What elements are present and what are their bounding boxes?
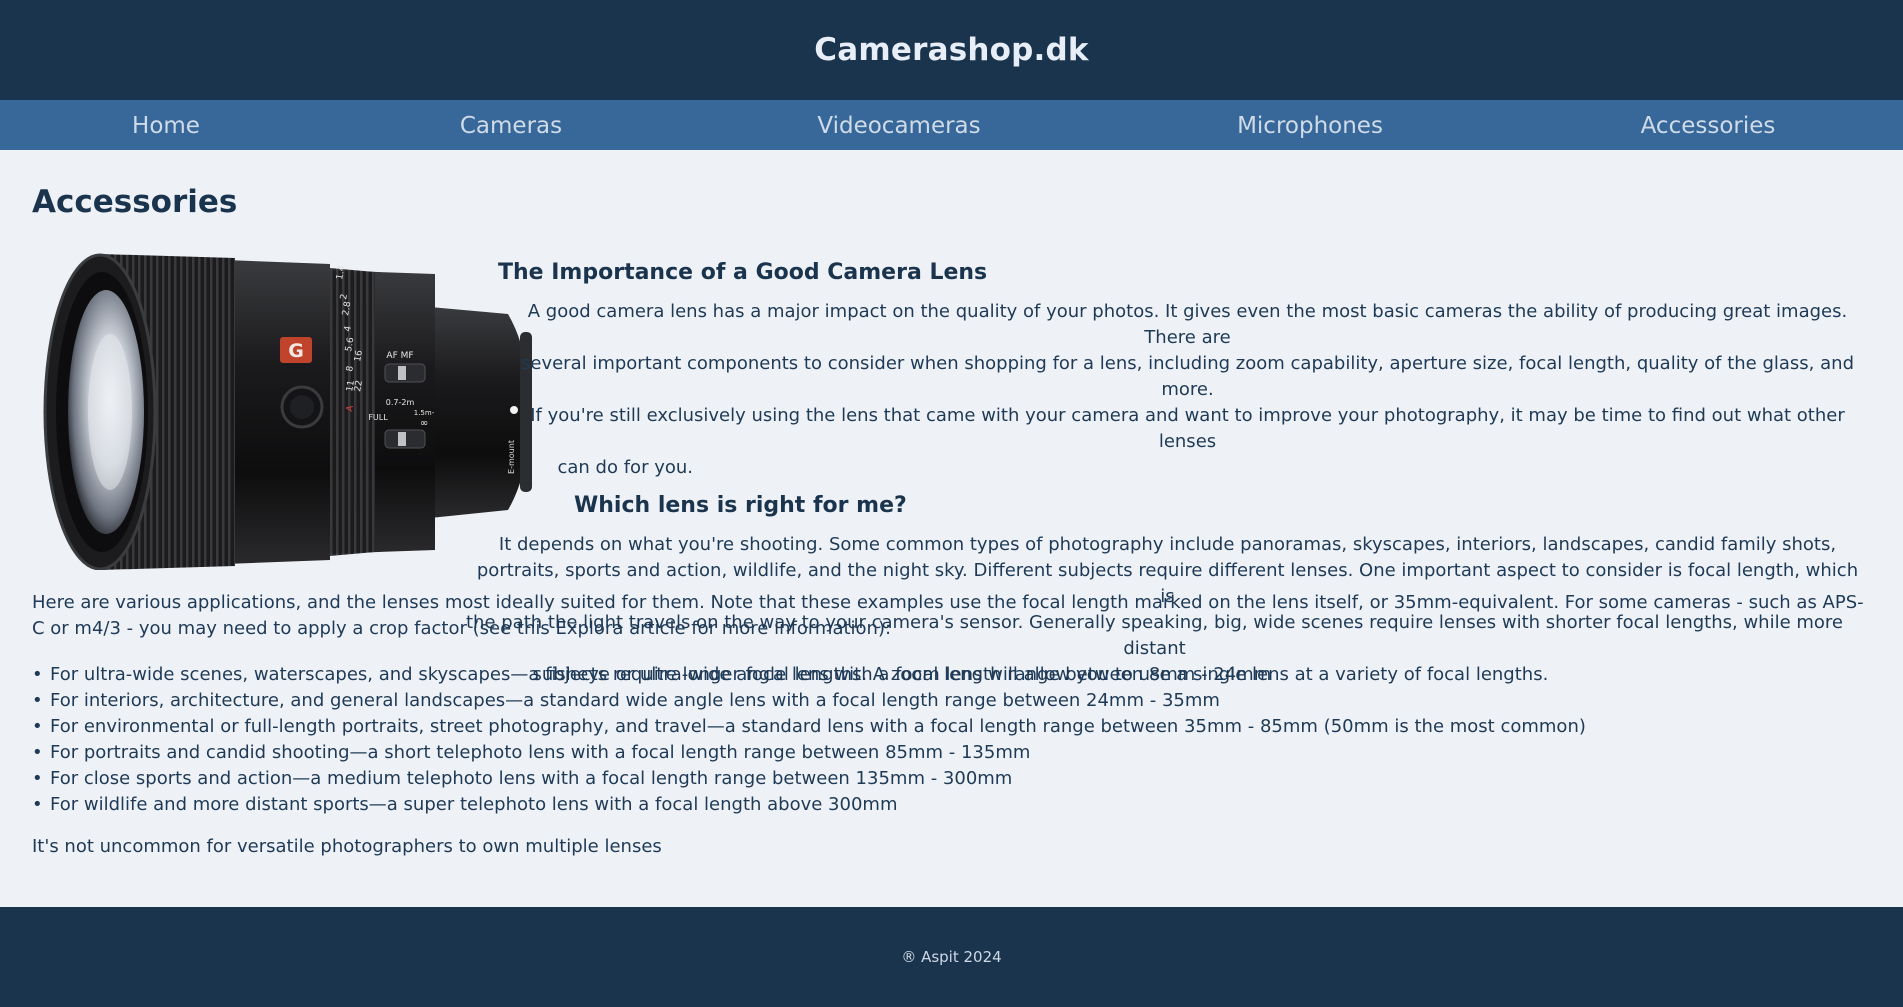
nav-item-videocameras[interactable]: Videocameras xyxy=(817,100,980,150)
list-item: For close sports and action—a medium tel… xyxy=(32,766,1586,792)
list-item: For interiors, architecture, and general… xyxy=(32,688,1586,714)
scale-16: 16 xyxy=(353,349,365,362)
lens-image: G AF MF 0.7-2m FULL 1.5m- ∞ 1.4 2 2.8 4 … xyxy=(30,252,540,571)
closing-text: It's not uncommon for versatile photogra… xyxy=(32,836,662,857)
article-paragraph-1: A good camera lens has a major impact on… xyxy=(510,299,1865,481)
list-item: For ultra-wide scenes, waterscapes, and … xyxy=(32,662,1586,688)
p1-line-2: several important components to consider… xyxy=(521,353,1854,400)
applications-intro: Here are various applications, and the l… xyxy=(32,592,1864,639)
scale-22: 22 xyxy=(353,380,365,393)
nav-item-cameras[interactable]: Cameras xyxy=(460,100,562,150)
range2-label: 1.5m- xyxy=(414,409,435,417)
copyright-text: ® Aspit 2024 xyxy=(901,948,1002,966)
list-item: For wildlife and more distant sports—a s… xyxy=(32,792,1586,818)
site-title: Camerashop.dk xyxy=(814,32,1089,68)
site-footer: ® Aspit 2024 xyxy=(0,907,1903,1007)
p2-line-1: It depends on what you're shooting. Some… xyxy=(498,534,1837,555)
main-content: Accessories G AF MF 0.7-2m FULL 1.5m- ∞ … xyxy=(0,150,1903,907)
full-label: FULL xyxy=(368,413,388,422)
camera-lens-illustration: G AF MF 0.7-2m FULL 1.5m- ∞ 1.4 2 2.8 4 … xyxy=(43,253,532,571)
nav-item-home[interactable]: Home xyxy=(132,100,200,150)
list-item: For environmental or full-length portrai… xyxy=(32,714,1586,740)
range-label: 0.7-2m xyxy=(386,398,415,407)
applications-list: For ultra-wide scenes, waterscapes, and … xyxy=(32,662,1586,818)
nav-item-accessories[interactable]: Accessories xyxy=(1641,100,1776,150)
article-heading-1: The Importance of a Good Camera Lens xyxy=(498,260,988,285)
p1-line-3: If you're still exclusively using the le… xyxy=(530,405,1845,452)
main-nav: Home Cameras Videocameras Microphones Ac… xyxy=(0,100,1903,150)
infinity-label: ∞ xyxy=(420,418,428,429)
nav-item-microphones[interactable]: Microphones xyxy=(1237,100,1383,150)
site-header: Camerashop.dk xyxy=(0,0,1903,100)
article-heading-2: Which lens is right for me? xyxy=(574,493,907,518)
page-title: Accessories xyxy=(32,184,238,220)
p1-line-1: A good camera lens has a major impact on… xyxy=(527,301,1848,348)
p1-line-4: can do for you. xyxy=(557,457,693,478)
g-badge-text: G xyxy=(288,340,304,362)
list-item: For portraits and candid shooting—a shor… xyxy=(32,740,1586,766)
af-mf-label: AF MF xyxy=(386,351,413,361)
